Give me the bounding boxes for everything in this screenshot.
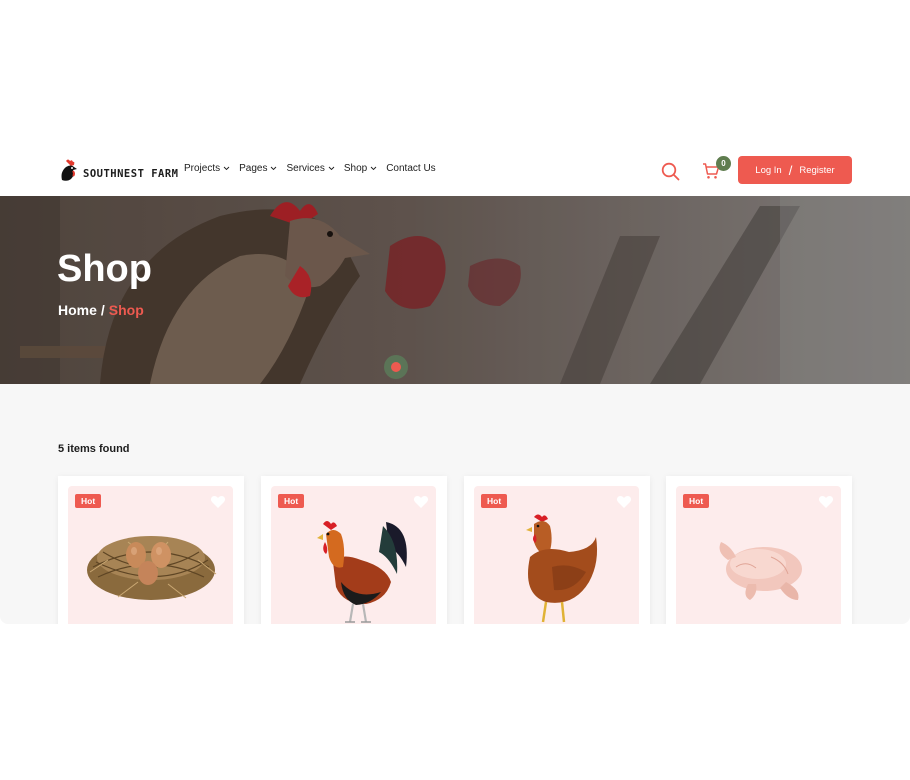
breadcrumb-home[interactable]: Home (58, 302, 97, 318)
heart-icon (616, 496, 632, 508)
search-icon (661, 162, 680, 181)
breadcrumb-current: Shop (108, 302, 144, 318)
record-dot-indicator (384, 355, 408, 379)
hen-image (526, 514, 598, 623)
cart-button[interactable]: 0 (702, 156, 731, 185)
nav-label: Shop (343, 163, 368, 174)
login-link[interactable]: Log In (755, 165, 781, 176)
heart-icon (413, 496, 429, 508)
register-link[interactable]: Register (799, 165, 834, 176)
nav-item-services[interactable]: Services (286, 163, 335, 174)
logo[interactable]: SOUTHNEST FARM (58, 158, 179, 184)
cart-count-badge: 0 (716, 156, 731, 171)
product-card[interactable]: Hot (464, 476, 650, 624)
eggs-in-nest-image (87, 536, 217, 600)
heart-icon (210, 496, 226, 508)
product-image-area[interactable]: Hot (676, 486, 841, 624)
chevron-down-icon (370, 166, 377, 171)
nav-label: Contact Us (386, 163, 436, 174)
auth-separator: / (788, 162, 793, 178)
nav-label: Services (286, 163, 325, 174)
search-button[interactable] (661, 162, 680, 186)
chevron-down-icon (328, 166, 335, 171)
breadcrumb: Home / Shop (58, 302, 144, 318)
auth-button: Log In / Register (738, 156, 852, 184)
nav-item-projects[interactable]: Projects (184, 163, 230, 174)
hero-banner: Shop Home / Shop (0, 196, 910, 384)
nav-label: Projects (184, 163, 221, 174)
nav-item-pages[interactable]: Pages (239, 163, 277, 174)
hot-badge: Hot (278, 494, 305, 508)
nav-item-contact-us[interactable]: Contact Us (386, 163, 435, 174)
items-found-count: 5 items found (58, 443, 130, 455)
dot-icon (391, 362, 401, 372)
hot-badge: Hot (75, 494, 102, 508)
hot-badge: Hot (481, 494, 508, 508)
rooster-image (317, 521, 407, 623)
page-title: Shop (57, 248, 152, 290)
product-image-area[interactable]: Hot (271, 486, 436, 624)
heart-icon (818, 496, 834, 508)
chevron-down-icon (223, 166, 230, 171)
product-image-area[interactable]: Hot (474, 486, 639, 624)
rooster-logo-icon (61, 159, 77, 181)
product-card[interactable]: Hot (666, 476, 852, 624)
main-nav: Projects Pages Services Shop Contact Us (184, 163, 436, 174)
site-header: SOUTHNEST FARM Projects Pages Services S… (0, 146, 910, 196)
nav-item-shop[interactable]: Shop (344, 163, 377, 174)
nav-label: Pages (239, 163, 268, 174)
raw-chicken-image (719, 542, 802, 600)
product-card[interactable]: Hot (58, 476, 244, 624)
chevron-down-icon (271, 166, 277, 171)
hot-badge: Hot (683, 494, 710, 508)
breadcrumb-separator: / (100, 302, 105, 318)
product-card[interactable]: Hot (261, 476, 447, 624)
product-image-area[interactable]: Hot (68, 486, 233, 624)
brand-name: SOUTHNEST FARM (83, 168, 179, 180)
page-frame: SOUTHNEST FARM Projects Pages Services S… (0, 146, 910, 624)
